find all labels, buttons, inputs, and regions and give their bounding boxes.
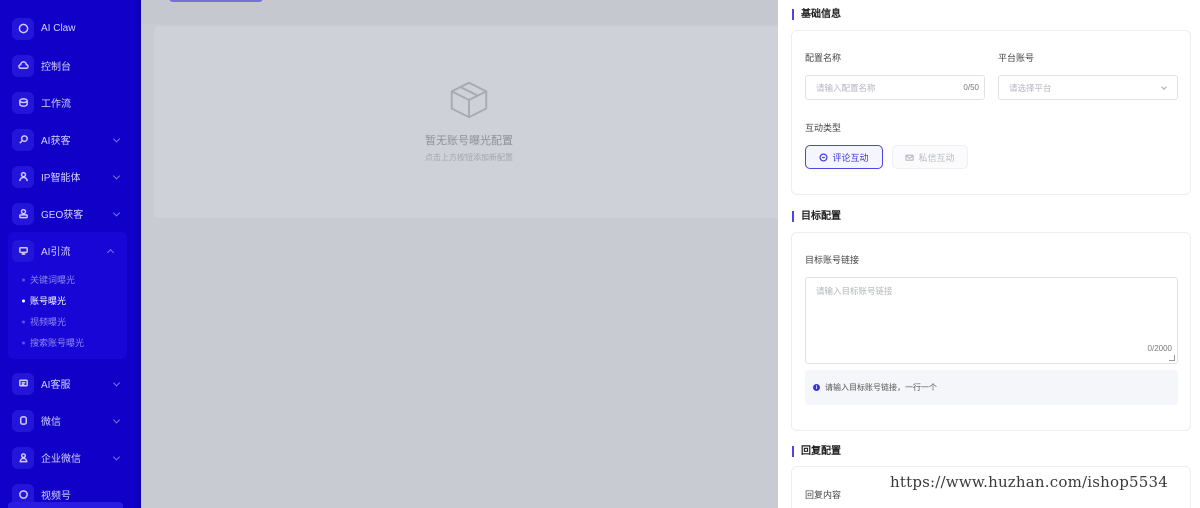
main-header-strip bbox=[141, 0, 781, 24]
sidebar-item-ai-claw[interactable]: AI Claw bbox=[0, 10, 141, 47]
sidebar-item-label: AI客服 bbox=[41, 380, 71, 391]
watermark-text: https://www.huzhan.com/ishop5534 bbox=[890, 473, 1169, 491]
user-badge-icon bbox=[12, 202, 34, 225]
config-name-label: 配置名称 bbox=[805, 53, 842, 63]
chevron-down-icon bbox=[112, 171, 121, 180]
comment-interaction-button[interactable]: 评论互动 bbox=[805, 145, 883, 169]
config-name-placeholder: 请输入配置名称 bbox=[816, 82, 876, 93]
comment-icon bbox=[819, 152, 828, 162]
search-icon bbox=[12, 128, 34, 151]
sidebar-item-label: 视频号 bbox=[41, 491, 71, 502]
sidebar-subitem-video-exposure[interactable]: 视频曝光 bbox=[8, 311, 127, 332]
add-config-button[interactable] bbox=[169, 0, 263, 2]
chevron-down-icon bbox=[112, 134, 121, 143]
user-icon bbox=[12, 165, 34, 188]
section-title-reply: 回复配置 bbox=[792, 446, 841, 457]
target-link-label: 目标账号链接 bbox=[805, 255, 860, 265]
sidebar-item-label: GEO获客 bbox=[41, 210, 84, 221]
sidebar-footer bbox=[8, 502, 123, 508]
mail-icon bbox=[905, 154, 915, 161]
target-link-hint-text: 请输入目标账号链接，一行一个 bbox=[825, 383, 937, 392]
reply-content-label: 回复内容 bbox=[805, 490, 842, 500]
sidebar-item-label: 工作流 bbox=[41, 99, 71, 110]
message-icon bbox=[12, 372, 34, 395]
empty-state-card: 暂无账号曝光配置 点击上方按钮添加新配置 bbox=[154, 26, 784, 218]
comment-interaction-label: 评论互动 bbox=[832, 152, 869, 163]
target-link-hint: i 请输入目标账号链接，一行一个 bbox=[805, 370, 1178, 405]
store-icon bbox=[12, 239, 34, 262]
sidebar-item-label: AI获客 bbox=[41, 136, 71, 147]
wechat-icon bbox=[12, 409, 34, 432]
sidebar: AI Claw 控制台 工作流 AI获客 IP智能体 GEO获客 AI引流 关键… bbox=[0, 0, 141, 508]
sidebar-group-ai-traffic: AI引流 关键词曝光 账号曝光 视频曝光 搜索账号曝光 bbox=[8, 232, 127, 359]
config-drawer: 基础信息 配置名称 请输入配置名称 0/50 平台账号 请选择平台 互动类型 评… bbox=[778, 0, 1200, 508]
target-link-placeholder: 请输入目标账号链接 bbox=[816, 286, 893, 296]
sidebar-item-ai-acquire[interactable]: AI获客 bbox=[0, 121, 141, 158]
chevron-down-icon bbox=[112, 378, 121, 387]
sidebar-item-workflow[interactable]: 工作流 bbox=[0, 84, 141, 121]
resize-handle[interactable] bbox=[1169, 355, 1175, 361]
chevron-down-icon bbox=[112, 208, 121, 217]
sidebar-subitem-search-account-exposure[interactable]: 搜索账号曝光 bbox=[8, 332, 127, 353]
platform-label: 平台账号 bbox=[998, 53, 1035, 63]
info-icon: i bbox=[813, 384, 820, 391]
sidebar-item-label: 企业微信 bbox=[41, 454, 81, 465]
sidebar-item-label: AI引流 bbox=[41, 247, 71, 258]
sidebar-item-ip-agent[interactable]: IP智能体 bbox=[0, 158, 141, 195]
section-title-target: 目标配置 bbox=[792, 211, 841, 222]
sidebar-item-ai-traffic[interactable]: AI引流 bbox=[8, 232, 127, 269]
chevron-down-icon bbox=[112, 415, 121, 424]
sidebar-item-console[interactable]: 控制台 bbox=[0, 47, 141, 84]
sidebar-item-label: IP智能体 bbox=[41, 173, 81, 184]
sidebar-item-label: 控制台 bbox=[41, 62, 71, 73]
empty-state-subtitle: 点击上方按钮添加新配置 bbox=[425, 153, 513, 162]
chat-bubble-icon bbox=[12, 17, 34, 40]
chevron-up-icon bbox=[106, 248, 115, 256]
target-link-textarea[interactable]: 请输入目标账号链接 0/2000 bbox=[805, 277, 1178, 364]
sidebar-item-ai-service[interactable]: AI客服 bbox=[0, 365, 141, 402]
empty-state: 暂无账号曝光配置 点击上方按钮添加新配置 bbox=[154, 76, 784, 163]
basic-info-card: 配置名称 请输入配置名称 0/50 平台账号 请选择平台 互动类型 评论互动 私… bbox=[791, 30, 1191, 195]
person-icon bbox=[12, 446, 34, 469]
sidebar-subitem-account-exposure[interactable]: 账号曝光 bbox=[8, 290, 127, 311]
cloud-icon bbox=[12, 54, 34, 77]
sidebar-item-wechat[interactable]: 微信 bbox=[0, 402, 141, 439]
config-name-counter: 0/50 bbox=[963, 83, 979, 92]
sidebar-item-geo-acquire[interactable]: GEO获客 bbox=[0, 195, 141, 232]
section-title-basic: 基础信息 bbox=[792, 9, 841, 20]
platform-select[interactable]: 请选择平台 bbox=[998, 75, 1178, 100]
sidebar-item-label: 微信 bbox=[41, 417, 61, 428]
interaction-type-label: 互动类型 bbox=[805, 123, 842, 133]
config-name-input[interactable]: 请输入配置名称 0/50 bbox=[805, 75, 985, 100]
chevron-down-icon bbox=[112, 452, 121, 461]
empty-box-icon bbox=[450, 81, 488, 119]
empty-state-title: 暂无账号曝光配置 bbox=[425, 135, 513, 147]
sidebar-subitem-keyword-exposure[interactable]: 关键词曝光 bbox=[8, 269, 127, 290]
private-message-interaction-button[interactable]: 私信互动 bbox=[892, 145, 968, 169]
target-config-card: 目标账号链接 请输入目标账号链接 0/2000 i 请输入目标账号链接，一行一个 bbox=[791, 232, 1191, 431]
sidebar-item-enterprise-wechat[interactable]: 企业微信 bbox=[0, 439, 141, 476]
chevron-down-icon bbox=[1161, 84, 1167, 90]
platform-placeholder: 请选择平台 bbox=[1009, 82, 1052, 93]
target-link-counter: 0/2000 bbox=[1147, 344, 1172, 353]
private-message-interaction-label: 私信互动 bbox=[918, 152, 955, 163]
sidebar-item-label: AI Claw bbox=[41, 23, 76, 34]
workflow-icon bbox=[12, 91, 34, 114]
